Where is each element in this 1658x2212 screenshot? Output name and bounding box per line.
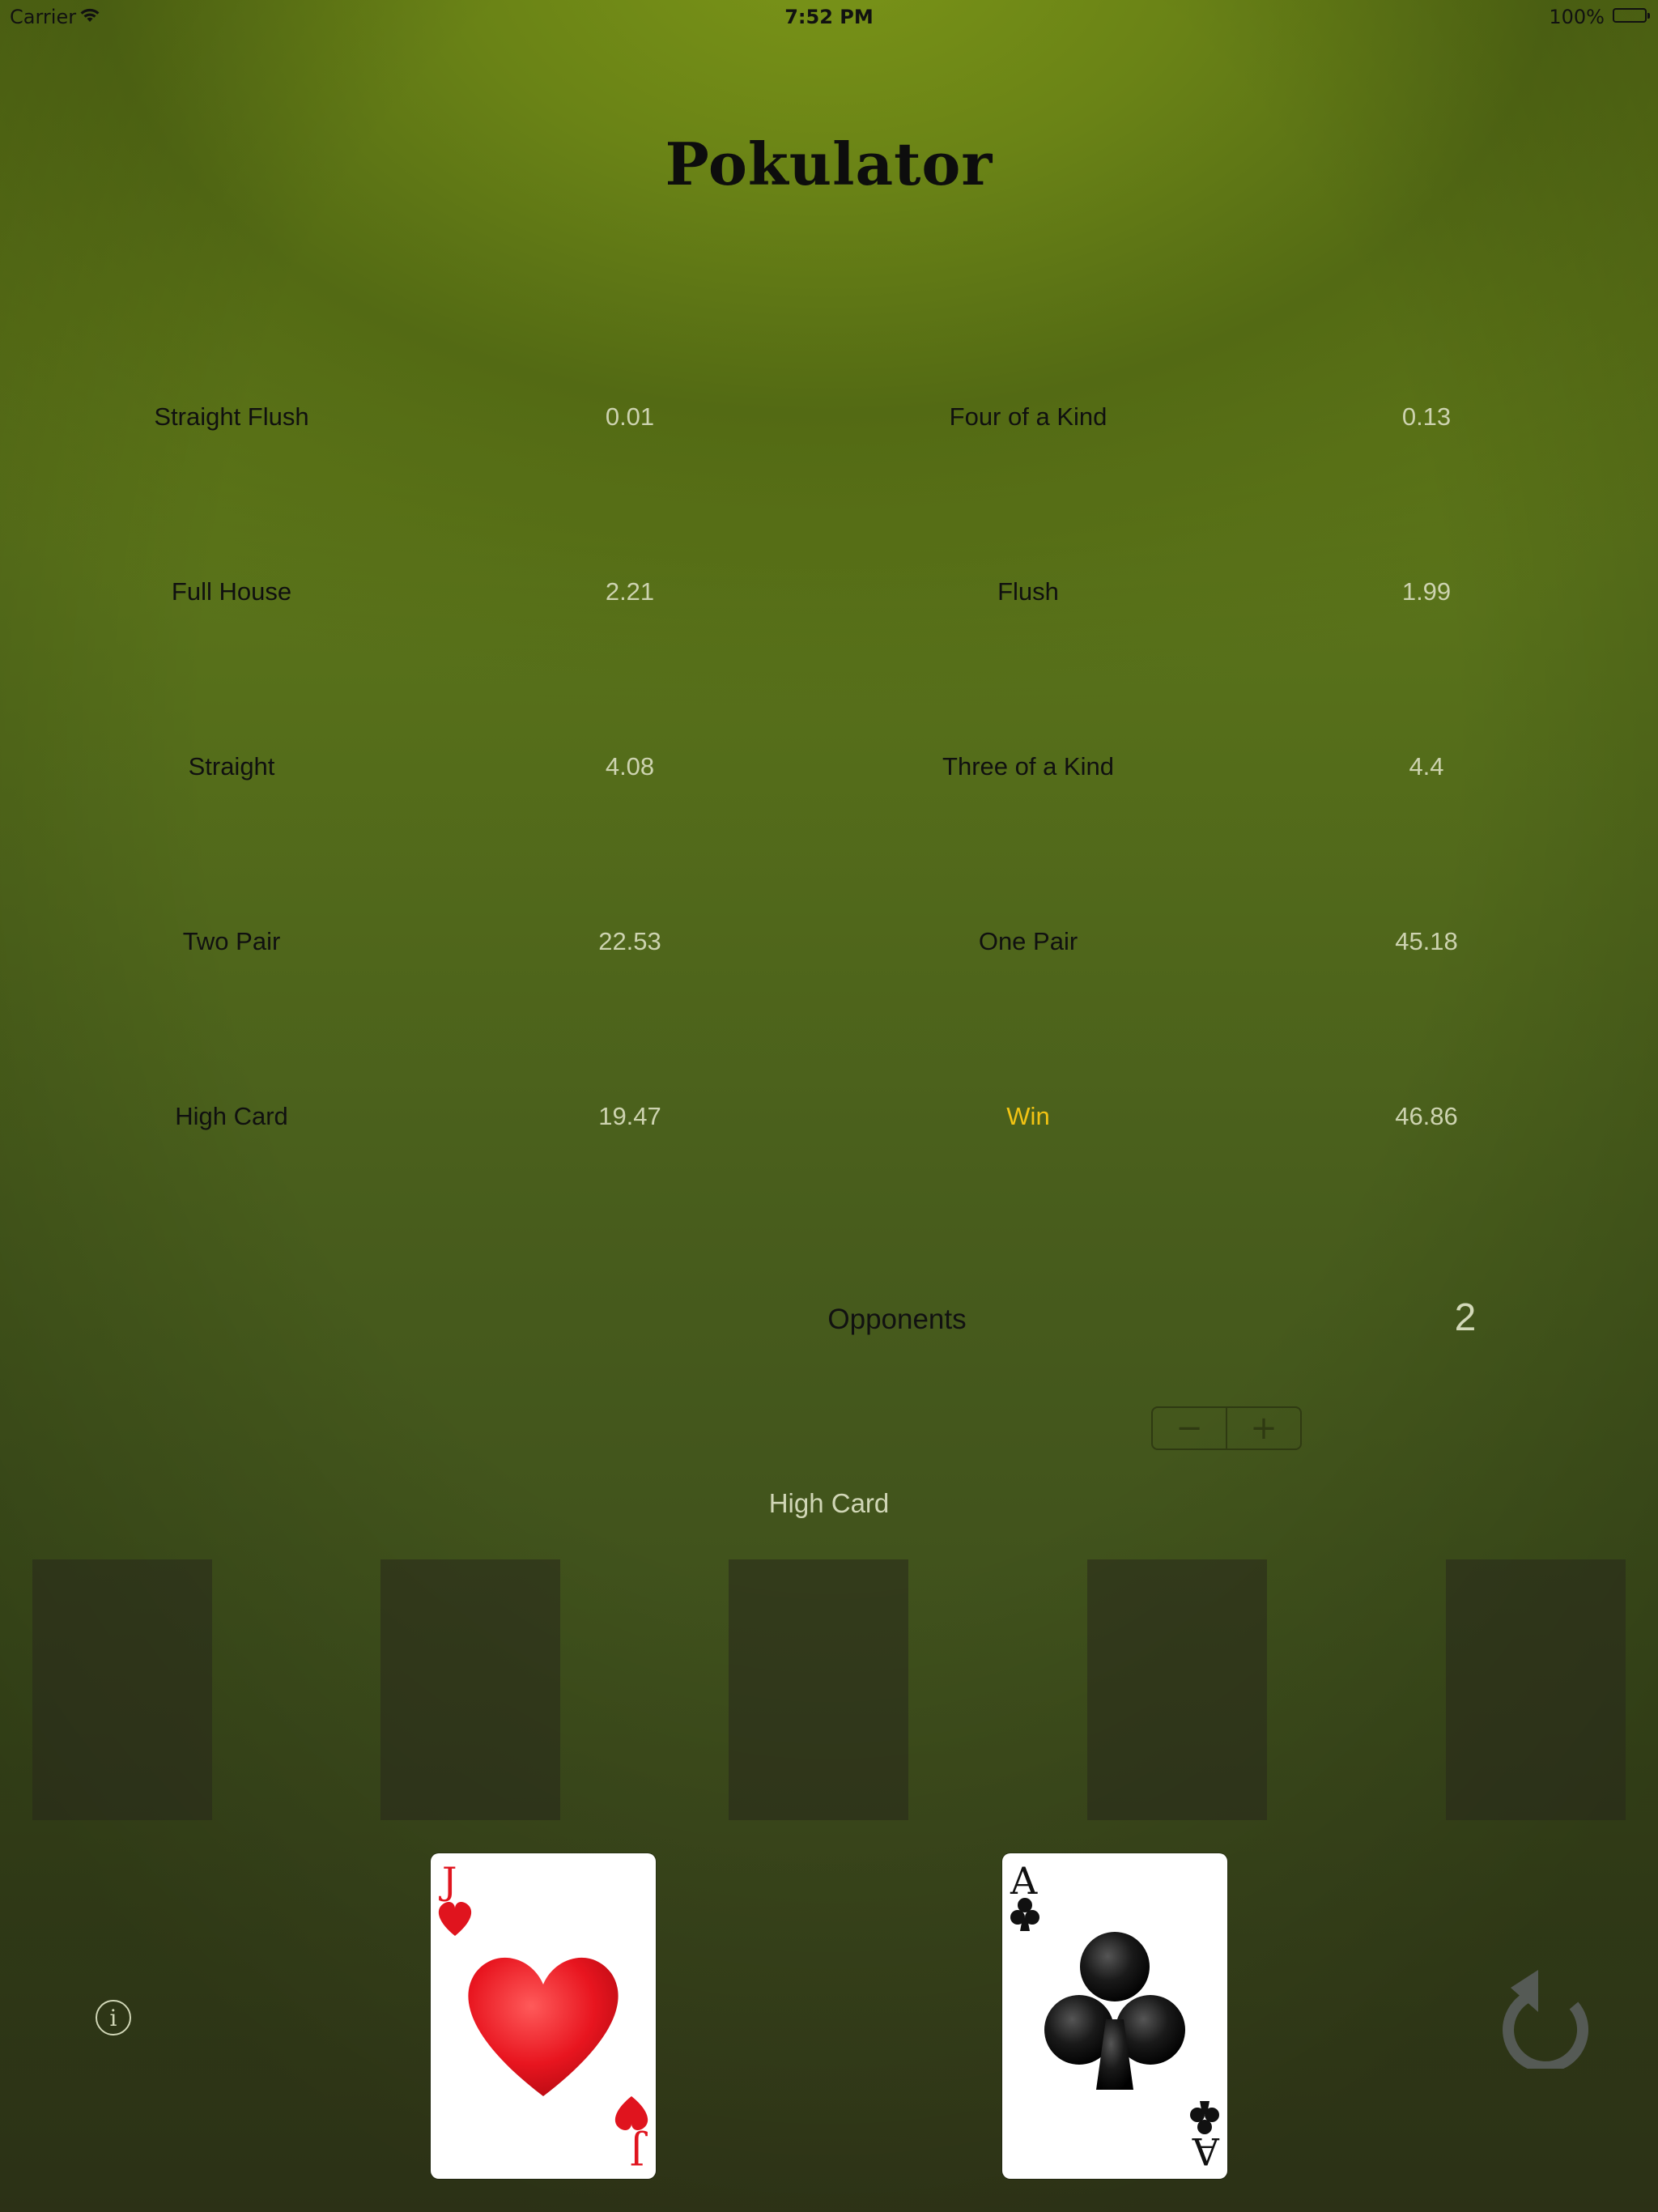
status-bar: Carrier 7:52 PM 100% [0, 0, 1658, 32]
club-icon [1010, 1898, 1039, 1931]
club-icon [1190, 2101, 1219, 2134]
club-icon-large [1044, 1932, 1185, 2090]
card-rank-top: J [439, 1859, 457, 1903]
board-card-slot-1[interactable] [32, 1559, 212, 1820]
board-card-slot-3[interactable] [729, 1559, 908, 1820]
stat-value-one-pair: 45.18 [1395, 927, 1458, 955]
stat-label-four-of-a-kind: Four of a Kind [949, 402, 1107, 431]
stat-value-high-card: 19.47 [598, 1102, 661, 1130]
reset-icon[interactable] [1496, 1963, 1593, 2073]
card-rank-top: A [1010, 1859, 1038, 1903]
stat-label-full-house: Full House [171, 577, 292, 606]
stat-label-straight: Straight [188, 752, 275, 781]
heart-icon [614, 2096, 648, 2131]
stat-value-three-of-a-kind: 4.4 [1409, 752, 1444, 781]
opponents-count: 2 [1454, 1296, 1477, 1339]
stat-label-three-of-a-kind: Three of a Kind [942, 752, 1114, 781]
ace-of-clubs-card-face: A A [1010, 1859, 1220, 2173]
info-icon[interactable]: i [96, 2000, 131, 2035]
stat-value-win: 46.86 [1395, 1102, 1458, 1130]
card-rank-bottom: A [1192, 2129, 1220, 2173]
battery-percentage: 100% [1549, 6, 1605, 28]
stat-label-two-pair: Two Pair [182, 927, 281, 955]
stat-value-straight: 4.08 [605, 752, 655, 781]
card-rank-bottom: J [630, 2129, 648, 2173]
current-hand-label: High Card [768, 1488, 890, 1518]
increment-opponents-button[interactable]: + [1227, 1408, 1300, 1448]
jack-of-hearts-card-face: J J [438, 1859, 648, 2173]
stat-label-flush: Flush [997, 577, 1059, 606]
stat-value-four-of-a-kind: 0.13 [1401, 402, 1452, 431]
heart-icon [438, 1901, 472, 1936]
decrement-opponents-button[interactable]: − [1153, 1408, 1227, 1448]
app-title: Pokulator [665, 130, 993, 198]
board-card-slot-2[interactable] [380, 1559, 560, 1820]
stat-label-win: Win [1006, 1102, 1050, 1130]
stat-value-full-house: 2.21 [605, 577, 655, 606]
board-card-slot-4[interactable] [1087, 1559, 1267, 1820]
hole-card-2[interactable]: A A [1002, 1853, 1227, 2179]
board-card-slot-5[interactable] [1446, 1559, 1626, 1820]
stat-value-straight-flush: 0.01 [605, 402, 655, 431]
stat-value-flush: 1.99 [1401, 577, 1452, 606]
battery-icon [1613, 8, 1650, 23]
heart-icon-large [468, 1957, 619, 2096]
clock: 7:52 PM [784, 6, 874, 28]
stat-value-two-pair: 22.53 [598, 927, 661, 955]
opponents-stepper[interactable]: − + [1151, 1406, 1302, 1450]
hole-card-1[interactable]: J J [431, 1853, 656, 2179]
opponents-label: Opponents [827, 1304, 967, 1335]
stat-label-high-card: High Card [175, 1102, 288, 1130]
stat-label-one-pair: One Pair [978, 927, 1078, 955]
stat-label-straight-flush: Straight Flush [154, 402, 309, 431]
